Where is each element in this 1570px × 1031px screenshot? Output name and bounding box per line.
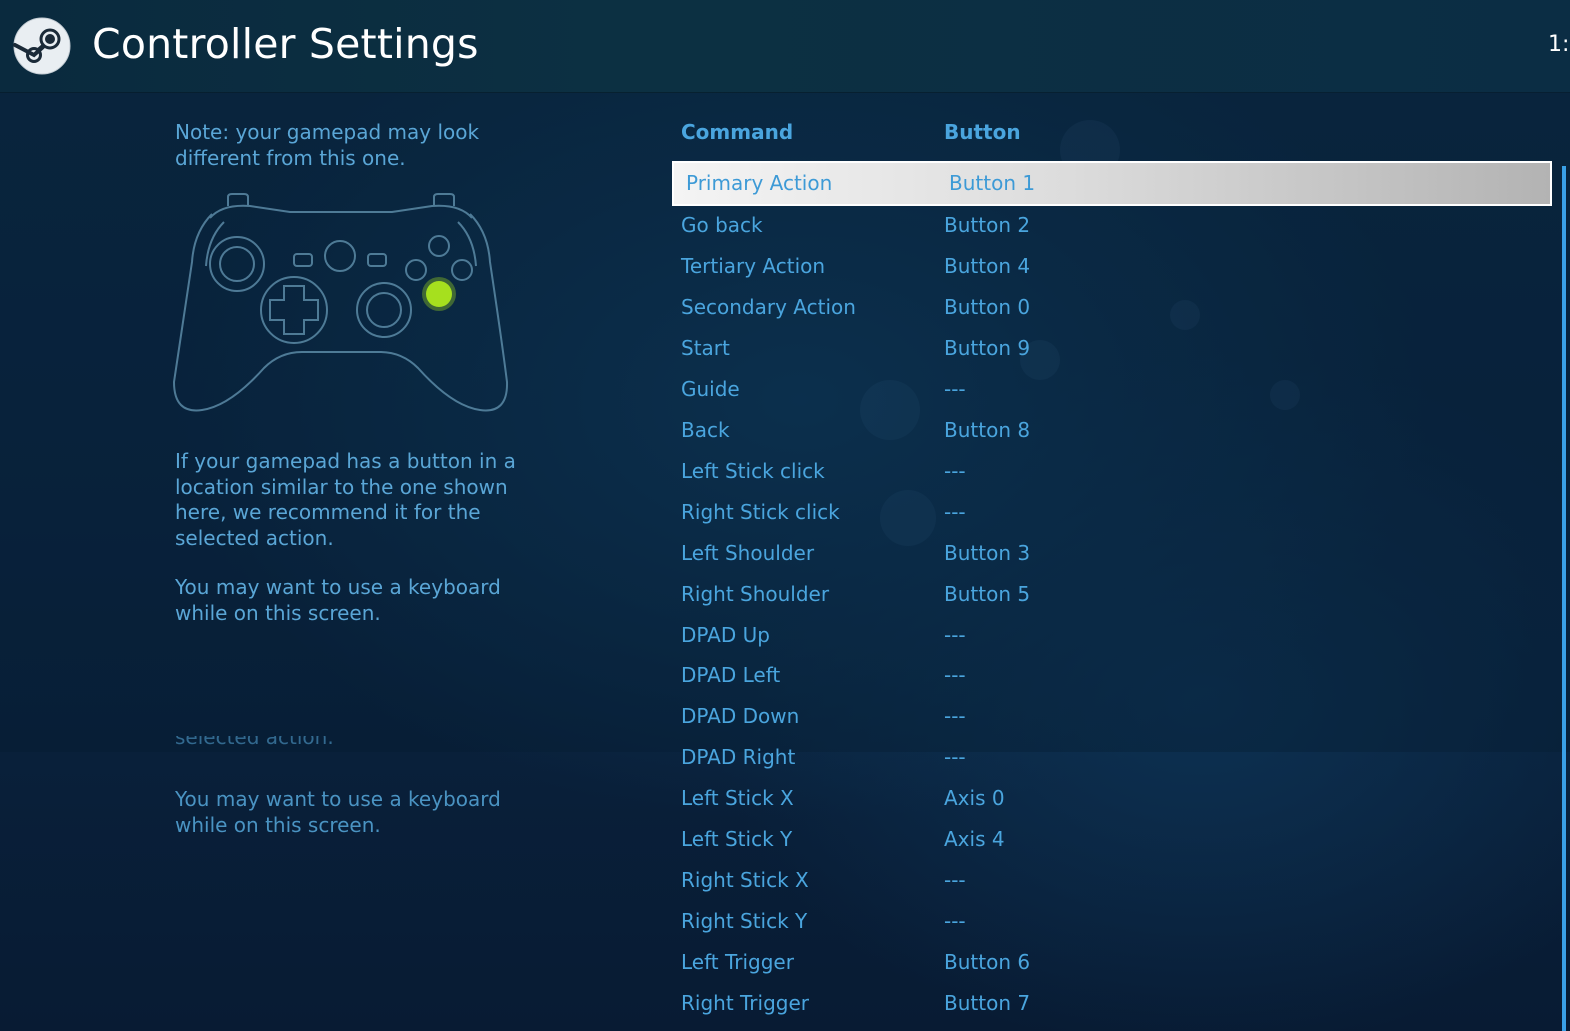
button-assignment: ---: [944, 663, 966, 688]
button-assignment: Button 5: [944, 581, 1031, 606]
command-label: Left Stick click: [681, 458, 825, 483]
button-assignment: ---: [944, 868, 966, 893]
button-assignment: Button 9: [944, 335, 1031, 360]
command-label: DPAD Down: [681, 704, 800, 729]
scrollbar[interactable]: [1562, 166, 1566, 1031]
keyboard-hint: You may want to use a keyboard while on …: [175, 575, 501, 625]
binding-row[interactable]: Right Shoulder Button 5: [672, 574, 1552, 615]
command-label: Right Stick X: [681, 868, 809, 893]
command-label: Go back: [681, 213, 763, 237]
command-label: Left Stick Y: [681, 827, 793, 852]
column-header-button: Button: [944, 120, 1021, 144]
button-assignment: Axis 4: [944, 827, 1005, 852]
binding-row[interactable]: DPAD Down ---: [672, 696, 1552, 737]
command-label: Right Stick click: [681, 499, 840, 524]
column-header-command: Command: [681, 120, 794, 144]
binding-row[interactable]: Left Trigger Button 6: [672, 942, 1552, 983]
gamepad-note: Note: your gamepad may look different fr…: [175, 120, 480, 170]
binding-row[interactable]: Right Stick click ---: [672, 492, 1552, 533]
command-label: DPAD Left: [681, 663, 781, 688]
steam-logo-icon: [13, 17, 71, 75]
button-assignment: Button 7: [944, 991, 1031, 1016]
button-assignment: Button 0: [944, 294, 1031, 319]
command-label: Right Trigger: [681, 991, 809, 1016]
binding-row[interactable]: Right Trigger Button 7: [672, 983, 1552, 1024]
button-assignment: ---: [944, 376, 966, 401]
binding-row[interactable]: Left Shoulder Button 3: [672, 533, 1552, 574]
binding-row[interactable]: Tertiary Action Button 4: [672, 246, 1552, 287]
button-assignment: Button 3: [944, 540, 1031, 565]
command-label: Right Shoulder: [681, 581, 830, 606]
command-label: Secondary Action: [681, 294, 856, 319]
binding-row[interactable]: Right Stick Y ---: [672, 901, 1552, 942]
gamepad-diagram-icon: [172, 193, 509, 412]
binding-row[interactable]: Primary Action Button 1: [672, 161, 1552, 206]
binding-row[interactable]: Guide ---: [672, 369, 1552, 410]
title-bar: Controller Settings 1:: [0, 0, 1570, 93]
binding-row[interactable]: Go back Button 2: [672, 205, 1552, 246]
command-label: Primary Action: [686, 171, 833, 195]
command-label: DPAD Up: [681, 622, 770, 647]
binding-row[interactable]: Back Button 8: [672, 410, 1552, 451]
button-assignment: ---: [944, 499, 966, 524]
binding-row[interactable]: Left Stick X Axis 0: [672, 778, 1552, 819]
command-label: Tertiary Action: [681, 253, 826, 278]
binding-row[interactable]: Left Stick click ---: [672, 451, 1552, 492]
button-assignment: Button 4: [944, 253, 1031, 278]
recommendation-text: If your gamepad has a button in a locati…: [175, 449, 516, 550]
button-assignment: Button 6: [944, 950, 1031, 975]
button-assignment: ---: [944, 704, 966, 729]
clock: 1:: [1548, 32, 1570, 57]
binding-row[interactable]: DPAD Up ---: [672, 615, 1552, 656]
command-label: Right Stick Y: [681, 909, 808, 934]
binding-row[interactable]: Start Button 9: [672, 328, 1552, 369]
button-assignment: ---: [944, 745, 966, 770]
button-assignment: ---: [944, 458, 966, 483]
command-label: DPAD Right: [681, 745, 796, 770]
button-assignment: Axis 0: [944, 786, 1005, 811]
binding-row[interactable]: DPAD Right ---: [672, 737, 1552, 778]
command-label: Left Trigger: [681, 950, 794, 975]
command-label: Back: [681, 417, 730, 442]
binding-row[interactable]: Secondary Action Button 0: [672, 287, 1552, 328]
page-title: Controller Settings: [92, 20, 479, 68]
ghost-keyboard-hint: You may want to use a keyboard while on …: [175, 787, 501, 837]
command-label: Start: [681, 335, 730, 360]
command-label: Left Stick X: [681, 786, 794, 811]
button-assignment: ---: [944, 622, 966, 647]
binding-row[interactable]: DPAD Left ---: [672, 655, 1552, 696]
command-label: Left Shoulder: [681, 540, 815, 565]
binding-row[interactable]: Right Stick X ---: [672, 860, 1552, 901]
command-label: Guide: [681, 376, 740, 401]
button-assignment: Button 8: [944, 417, 1031, 442]
binding-row[interactable]: Left Stick Y Axis 4: [672, 819, 1552, 860]
button-assignment: Button 2: [944, 213, 1031, 237]
button-assignment: Button 1: [949, 171, 1036, 195]
button-assignment: ---: [944, 909, 966, 934]
